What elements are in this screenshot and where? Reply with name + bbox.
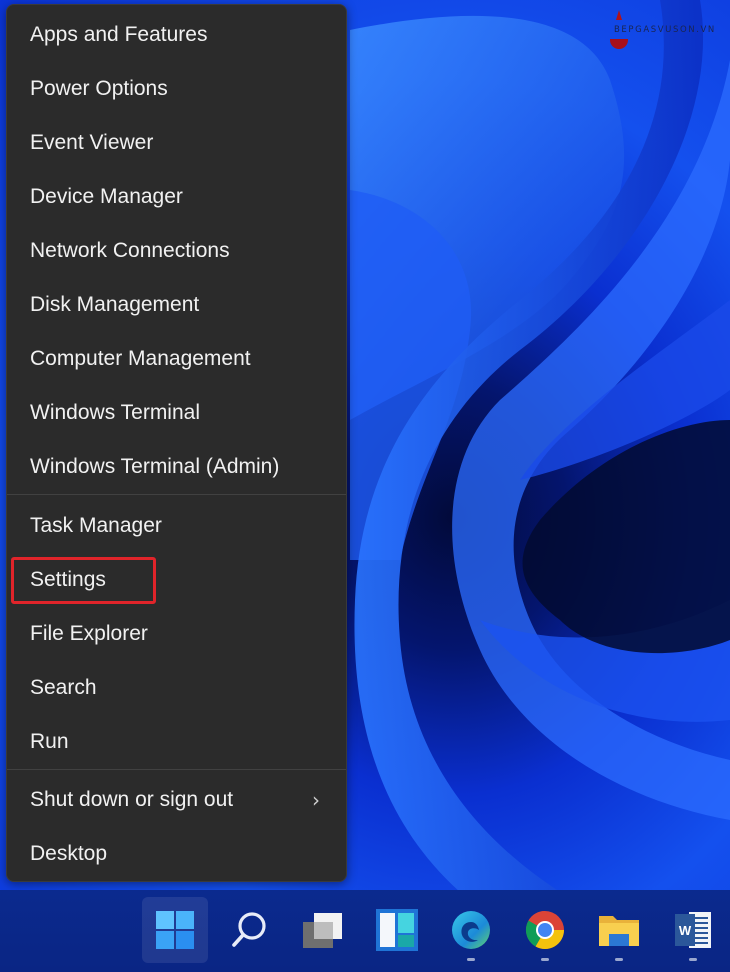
taskbar-start-button[interactable] <box>142 897 208 963</box>
menu-item-disk-management[interactable]: Disk Management <box>7 278 346 332</box>
chrome-icon <box>525 910 565 950</box>
menu-item-label: Run <box>30 730 69 753</box>
menu-item-label: Apps and Features <box>30 23 208 46</box>
menu-item-label: Windows Terminal <box>30 401 200 424</box>
menu-item-label: Power Options <box>30 77 168 100</box>
taskbar-search-button[interactable] <box>216 897 282 963</box>
taskbar: W <box>0 890 730 972</box>
menu-item-desktop[interactable]: Desktop <box>7 827 346 881</box>
menu-item-label: Task Manager <box>30 514 162 537</box>
watermark-text: BEPGASVUSON.VN <box>614 25 716 35</box>
taskbar-file-explorer-button[interactable] <box>586 897 652 963</box>
menu-item-label: Disk Management <box>30 293 200 316</box>
menu-item-run[interactable]: Run <box>7 715 346 769</box>
word-glyph: W <box>679 923 692 938</box>
menu-item-label: Desktop <box>30 842 108 865</box>
running-indicator <box>467 958 475 961</box>
widgets-icon <box>376 909 418 951</box>
taskbar-word-button[interactable]: W <box>660 897 726 963</box>
menu-item-task-manager[interactable]: Task Manager <box>7 499 346 553</box>
windows-logo-icon <box>156 911 194 949</box>
menu-item-windows-terminal[interactable]: Windows Terminal <box>7 386 346 440</box>
taskbar-chrome-button[interactable] <box>512 897 578 963</box>
menu-item-label: Shut down or sign out <box>30 788 234 811</box>
menu-item-label: Search <box>30 676 97 699</box>
menu-item-device-manager[interactable]: Device Manager <box>7 170 346 224</box>
menu-item-computer-management[interactable]: Computer Management <box>7 332 346 386</box>
running-indicator <box>689 958 697 961</box>
menu-item-settings[interactable]: Settings <box>7 553 346 607</box>
running-indicator <box>541 958 549 961</box>
chevron-right-icon: › <box>312 788 320 812</box>
menu-item-search[interactable]: Search <box>7 661 346 715</box>
running-indicator <box>615 958 623 961</box>
menu-item-windows-terminal-admin[interactable]: Windows Terminal (Admin) <box>7 440 346 494</box>
taskbar-edge-button[interactable] <box>438 897 504 963</box>
flame-icon <box>616 10 622 20</box>
menu-item-label: File Explorer <box>30 622 148 645</box>
menu-item-shut-down-or-sign-out[interactable]: Shut down or sign out › <box>7 773 346 827</box>
search-icon <box>232 912 266 947</box>
menu-item-apps-and-features[interactable]: Apps and Features <box>7 8 346 62</box>
menu-item-label: Network Connections <box>30 239 230 262</box>
menu-separator <box>7 769 346 770</box>
menu-item-file-explorer[interactable]: File Explorer <box>7 607 346 661</box>
watermark-logo: BEPGASVUSON.VN <box>606 6 730 54</box>
menu-item-label: Settings <box>30 568 106 591</box>
task-view-icon <box>303 913 342 948</box>
folder-icon <box>599 916 639 946</box>
menu-item-label: Computer Management <box>30 347 251 370</box>
menu-item-event-viewer[interactable]: Event Viewer <box>7 116 346 170</box>
menu-item-label: Device Manager <box>30 185 183 208</box>
menu-separator <box>7 494 346 495</box>
menu-item-label: Event Viewer <box>30 131 154 154</box>
pot-icon <box>610 39 628 49</box>
menu-item-power-options[interactable]: Power Options <box>7 62 346 116</box>
menu-item-network-connections[interactable]: Network Connections <box>7 224 346 278</box>
taskbar-widgets-button[interactable] <box>364 897 430 963</box>
taskbar-task-view-button[interactable] <box>290 897 356 963</box>
word-icon: W <box>675 912 711 948</box>
edge-icon <box>452 911 490 949</box>
winx-context-menu: Apps and Features Power Options Event Vi… <box>6 4 347 882</box>
menu-item-label: Windows Terminal (Admin) <box>30 455 280 478</box>
